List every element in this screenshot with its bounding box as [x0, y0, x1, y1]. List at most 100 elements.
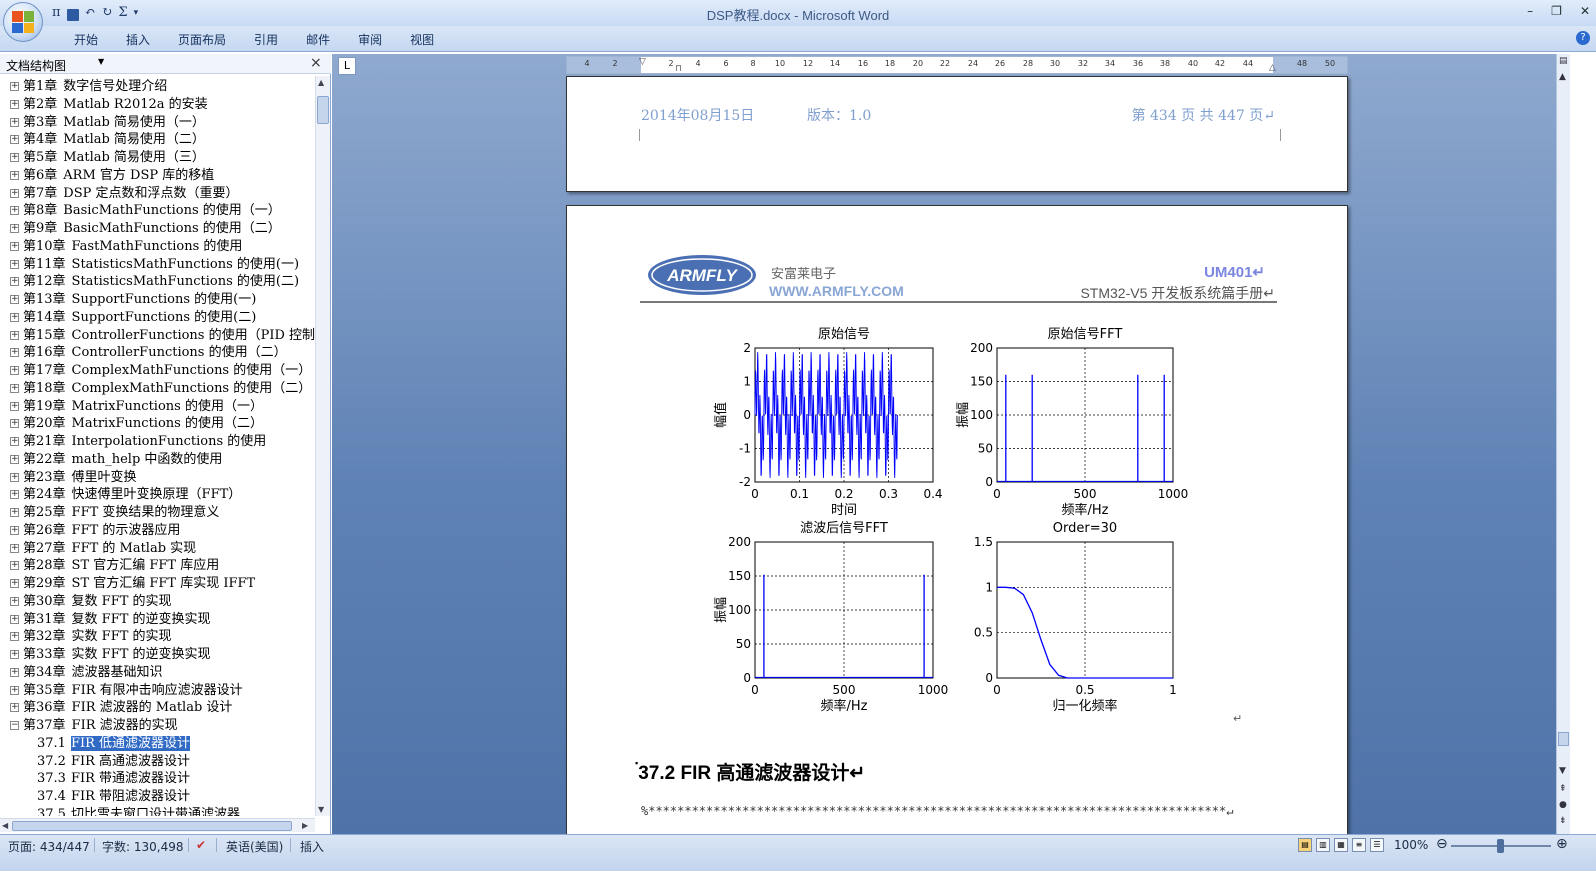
- tab-home[interactable]: 开始: [60, 32, 112, 48]
- expand-icon[interactable]: +: [10, 454, 19, 464]
- nav-chapter-item[interactable]: + 第30章 复数 FFT 的实现: [0, 593, 315, 611]
- expand-icon[interactable]: +: [10, 277, 19, 287]
- nav-chapter-item[interactable]: + 第15章 ControllerFunctions 的使用（PID 控制）: [0, 327, 315, 345]
- close-button[interactable]: ✕: [1580, 4, 1590, 18]
- document-vertical-scrollbar[interactable]: ▤ ▲ ▼ ⇞ ● ⇟: [1556, 54, 1570, 834]
- horizontal-ruler[interactable]: 4 2 2 4 6 8 10 12 14 16 18 20 22 24 26 28 30 32 34 36 38 40 42…: [566, 56, 1348, 74]
- expand-icon[interactable]: +: [10, 330, 19, 340]
- scroll-up-icon[interactable]: ▲: [318, 78, 324, 87]
- ruler-toggle-icon[interactable]: ▤: [1559, 56, 1568, 66]
- tab-review[interactable]: 审阅: [344, 32, 396, 48]
- nav-chapter-item[interactable]: + 第5章 Matlab 简易使用（三）: [0, 149, 315, 167]
- tab-references[interactable]: 引用: [240, 32, 292, 48]
- minimize-button[interactable]: –: [1527, 4, 1533, 18]
- nav-chapter-item[interactable]: + 第24章 快速傅里叶变换原理（FFT）: [0, 486, 315, 504]
- nav-chapter-item[interactable]: + 第14章 SupportFunctions 的使用(二): [0, 309, 315, 327]
- status-word-count[interactable]: 字数: 130,498: [102, 838, 183, 855]
- zoom-level[interactable]: 100%: [1394, 838, 1428, 852]
- nav-chapter-item[interactable]: + 第18章 ComplexMathFunctions 的使用（二）: [0, 380, 315, 398]
- nav-chapter-item[interactable]: + 第7章 DSP 定点数和浮点数（重要）: [0, 185, 315, 203]
- nav-chapter-item[interactable]: + 第10章 FastMathFunctions 的使用: [0, 238, 315, 256]
- status-page[interactable]: 页面: 434/447: [8, 838, 90, 855]
- tab-mailings[interactable]: 邮件: [292, 32, 344, 48]
- expand-icon[interactable]: +: [10, 153, 19, 162]
- expand-icon[interactable]: +: [10, 99, 19, 109]
- expand-icon[interactable]: +: [10, 525, 19, 535]
- nav-chapter-item[interactable]: + 第3章 Matlab 简易使用（一）: [0, 114, 315, 132]
- first-line-indent-icon[interactable]: ▽: [639, 57, 646, 67]
- tab-view[interactable]: 视图: [396, 32, 448, 48]
- nav-chapter-item[interactable]: + 第12章 StatisticsMathFunctions 的使用(二): [0, 273, 315, 291]
- draft-view-icon[interactable]: ☰: [1370, 838, 1384, 852]
- status-language[interactable]: 英语(美国): [226, 838, 283, 855]
- expand-icon[interactable]: +: [10, 82, 19, 91]
- nav-section-item[interactable]: 37.2 FIR 高通滤波器设计: [0, 753, 315, 771]
- scroll-down-icon[interactable]: ▼: [1559, 766, 1566, 776]
- expand-icon[interactable]: +: [10, 614, 19, 624]
- zoom-out-button[interactable]: ⊖: [1436, 836, 1448, 852]
- close-icon[interactable]: ×: [310, 55, 322, 71]
- nav-section-item[interactable]: 37.1 FIR 低通滤波器设计: [0, 735, 315, 753]
- expand-icon[interactable]: +: [10, 135, 19, 145]
- nav-chapter-item[interactable]: + 第22章 math_help 中函数的使用: [0, 451, 315, 469]
- nav-chapter-item[interactable]: + 第36章 FIR 滤波器的 Matlab 设计: [0, 699, 315, 717]
- expand-icon[interactable]: +: [10, 259, 19, 269]
- tab-selector[interactable]: L: [338, 57, 356, 75]
- restore-button[interactable]: ❐: [1551, 4, 1562, 18]
- zoom-in-button[interactable]: ⊕: [1556, 836, 1568, 852]
- scroll-right-icon[interactable]: ▶: [302, 821, 308, 830]
- expand-icon[interactable]: +: [10, 348, 19, 358]
- company-url[interactable]: WWW.ARMFLY.COM: [769, 283, 904, 299]
- expand-icon[interactable]: +: [10, 579, 19, 588]
- nav-chapter-item[interactable]: + 第11章 StatisticsMathFunctions 的使用(一): [0, 256, 315, 274]
- expand-icon[interactable]: +: [10, 117, 19, 127]
- expand-icon[interactable]: +: [10, 632, 19, 642]
- expand-icon[interactable]: +: [10, 685, 19, 695]
- status-insert-mode[interactable]: 插入: [300, 838, 324, 855]
- nav-vertical-scrollbar[interactable]: ▲ ▼: [315, 76, 330, 816]
- left-indent-icon[interactable]: ⊓: [675, 64, 682, 74]
- scroll-thumb[interactable]: [1558, 732, 1569, 746]
- expand-icon[interactable]: +: [10, 401, 19, 411]
- expand-icon[interactable]: +: [10, 561, 19, 571]
- nav-section-item[interactable]: 37.4 FIR 带阻滤波器设计: [0, 788, 315, 806]
- nav-chapter-item[interactable]: + 第34章 滤波器基础知识: [0, 664, 315, 682]
- nav-chapter-item[interactable]: + 第28章 ST 官方汇编 FFT 库应用: [0, 557, 315, 575]
- nav-chapter-item[interactable]: + 第23章 傅里叶变换: [0, 469, 315, 487]
- expand-icon[interactable]: +: [10, 437, 19, 446]
- expand-icon[interactable]: +: [10, 596, 19, 606]
- page-435[interactable]: ARMFLY 安富莱电子 WWW.ARMFLY.COM UM401↵ STM32…: [566, 205, 1348, 834]
- nav-chapter-item[interactable]: + 第26章 FFT 的示波器应用: [0, 522, 315, 540]
- proofing-icon[interactable]: ✔: [196, 838, 206, 852]
- nav-horizontal-scrollbar[interactable]: ◀ ▶: [0, 818, 315, 832]
- expand-icon[interactable]: +: [10, 667, 19, 677]
- nav-chapter-item[interactable]: + 第25章 FFT 变换结果的物理意义: [0, 504, 315, 522]
- nav-chapter-item[interactable]: + 第35章 FIR 有限冲击响应滤波器设计: [0, 682, 315, 700]
- nav-chapter-item[interactable]: + 第13章 SupportFunctions 的使用(一): [0, 291, 315, 309]
- office-button[interactable]: [3, 2, 43, 42]
- nav-chapter-item[interactable]: + 第2章 Matlab R2012a 的安装: [0, 96, 315, 114]
- nav-chapter-item[interactable]: + 第4章 Matlab 简易使用（二）: [0, 131, 315, 149]
- expand-icon[interactable]: +: [10, 472, 19, 482]
- nav-chapter-item[interactable]: + 第21章 InterpolationFunctions 的使用: [0, 433, 315, 451]
- page-434[interactable]: 2014年08月15日 版本：1.0 第 434 页 共 447 页↵: [566, 76, 1348, 192]
- nav-chapter-item[interactable]: + 第8章 BasicMathFunctions 的使用（一）: [0, 202, 315, 220]
- previous-page-icon[interactable]: ⇞: [1559, 784, 1567, 794]
- nav-chapter-item[interactable]: + 第20章 MatrixFunctions 的使用（二）: [0, 415, 315, 433]
- nav-chapter-item[interactable]: + 第27章 FFT 的 Matlab 实现: [0, 540, 315, 558]
- tab-insert[interactable]: 插入: [112, 32, 164, 48]
- scroll-thumb[interactable]: [317, 96, 329, 124]
- scroll-left-icon[interactable]: ◀: [2, 821, 8, 830]
- nav-chapter-item[interactable]: + 第33章 实数 FFT 的逆变换实现: [0, 646, 315, 664]
- expand-icon[interactable]: +: [10, 366, 19, 375]
- nav-section-item[interactable]: 37.5 切比雪夫窗口设计带通滤波器: [0, 806, 315, 816]
- expand-icon[interactable]: +: [10, 419, 19, 429]
- expand-icon[interactable]: +: [10, 543, 19, 553]
- expand-icon[interactable]: +: [10, 312, 19, 322]
- nav-chapter-item[interactable]: + 第16章 ControllerFunctions 的使用（二）: [0, 344, 315, 362]
- nav-chapter-item[interactable]: + 第9章 BasicMathFunctions 的使用（二）: [0, 220, 315, 238]
- expand-icon[interactable]: +: [10, 703, 19, 713]
- document-map-title[interactable]: 文档结构图: [6, 57, 66, 74]
- collapse-icon[interactable]: −: [10, 721, 19, 730]
- zoom-slider-thumb[interactable]: [1497, 839, 1504, 853]
